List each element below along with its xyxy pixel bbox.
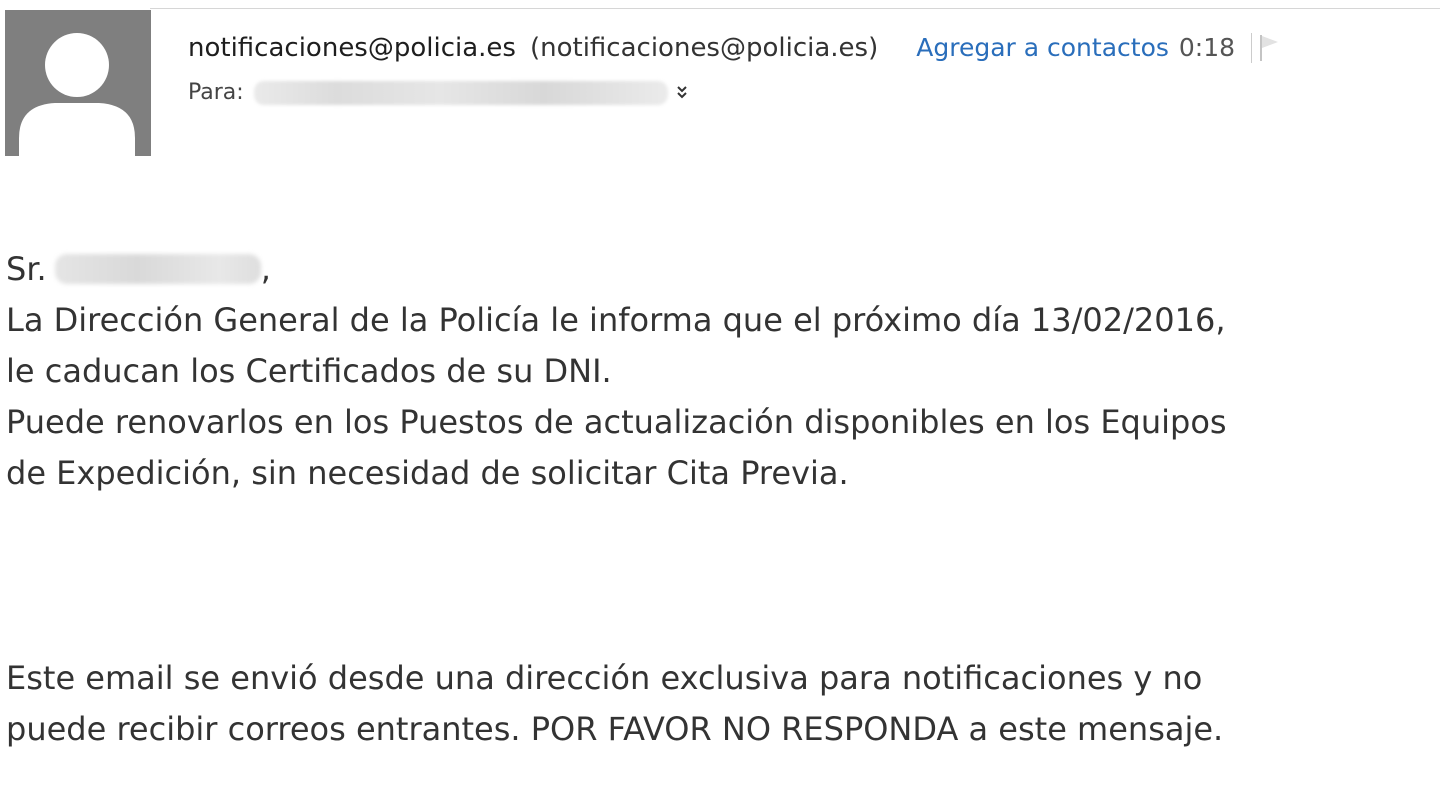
email-view: notificaciones@policia.es (notificacione… (0, 0, 1440, 810)
footer-line: Este email se envió desde una dirección … (6, 659, 1203, 697)
recipient-address-redacted (253, 80, 668, 105)
body-line: de Expedición, sin necesidad de solicita… (6, 454, 849, 492)
sender-name[interactable]: notificaciones@policia.es (188, 28, 516, 68)
body-line: le caducan los Certificados de su DNI. (6, 352, 612, 390)
received-time: 0:18 (1178, 33, 1236, 62)
body-line: Puede renovarlos en los Puestos de actua… (6, 403, 1227, 441)
salutation-prefix: Sr. (6, 250, 47, 288)
salutation: Sr., (6, 244, 1406, 295)
divider (1251, 33, 1253, 63)
recipient-line: Para: (188, 80, 1440, 105)
message-body: Sr., La Dirección General de la Policía … (6, 244, 1406, 499)
sender-address: (notificaciones@policia.es) (529, 33, 879, 63)
message-header: notificaciones@policia.es (notificacione… (188, 28, 1440, 105)
from-line: notificaciones@policia.es (notificacione… (188, 28, 1440, 68)
add-to-contacts-link[interactable]: Agregar a contactos (916, 28, 1169, 68)
avatar (5, 10, 151, 156)
recipient-name-redacted (54, 254, 261, 284)
flag-icon[interactable] (1258, 33, 1280, 63)
message-footer: Este email se envió desde una dirección … (6, 653, 1406, 755)
salutation-suffix: , (260, 250, 271, 288)
to-label: Para: (188, 80, 244, 105)
double-chevron-down-icon[interactable] (676, 81, 688, 105)
person-silhouette-icon (19, 33, 135, 156)
footer-line: puede recibir correos entrantes. POR FAV… (6, 710, 1224, 748)
divider (150, 8, 1440, 9)
body-line: La Dirección General de la Policía le in… (6, 301, 1226, 339)
